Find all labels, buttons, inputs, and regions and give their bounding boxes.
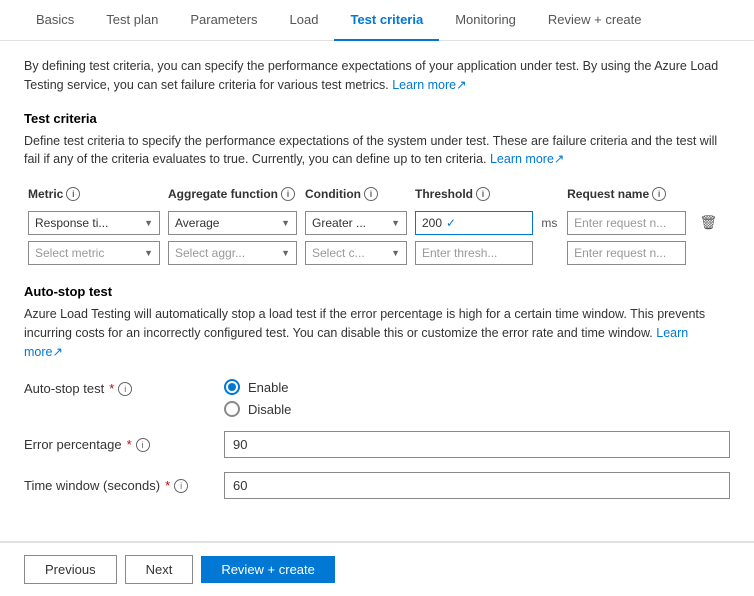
autostop-info-icon[interactable]: i xyxy=(118,382,132,396)
radio-enable[interactable]: Enable xyxy=(224,379,730,395)
threshold-empty-cell: Enter thresh... xyxy=(411,238,537,268)
time-window-info-icon[interactable]: i xyxy=(174,479,188,493)
nav-item-review-create[interactable]: Review + create xyxy=(532,0,658,41)
intro-learn-more-link[interactable]: Learn more↗ xyxy=(392,78,466,92)
metric-dropdown[interactable]: Response ti... ▼ xyxy=(28,211,160,235)
metric-info-icon[interactable]: i xyxy=(66,187,80,201)
radio-enable-circle xyxy=(224,379,240,395)
autostop-form-row: Auto-stop test* i Enable Disable xyxy=(24,375,730,417)
nav-item-test-plan[interactable]: Test plan xyxy=(90,0,174,41)
threshold-value-cell: 200 ✓ xyxy=(411,207,537,238)
error-pct-label: Error percentage* i xyxy=(24,431,224,452)
time-window-form-row: Time window (seconds)* i xyxy=(24,472,730,499)
condition-empty-dropdown-cell: Select c... ▼ xyxy=(301,238,411,268)
nav-item-load[interactable]: Load xyxy=(274,0,335,41)
review-create-button[interactable]: Review + create xyxy=(201,556,335,583)
next-button[interactable]: Next xyxy=(125,555,194,584)
error-pct-input[interactable] xyxy=(224,431,730,458)
time-window-input[interactable] xyxy=(224,472,730,499)
bottom-bar: Previous Next Review + create xyxy=(0,541,754,596)
threshold-empty-input[interactable]: Enter thresh... xyxy=(415,241,533,265)
radio-disable-circle xyxy=(224,401,240,417)
request-name-empty-input[interactable]: Enter request n... xyxy=(567,241,685,265)
request-name-empty-cell: Enter request n... xyxy=(563,238,689,268)
autostop-desc: Azure Load Testing will automatically st… xyxy=(24,305,730,361)
col-delete xyxy=(690,183,730,207)
autostop-learn-more-link[interactable]: Learn more↗ xyxy=(24,326,688,359)
condition-dropdown-cell: Greater ... ▼ xyxy=(301,207,411,238)
col-metric: Metric i xyxy=(24,183,164,207)
col-threshold: Threshold i xyxy=(411,183,563,207)
aggregate-empty-dropdown[interactable]: Select aggr... ▼ xyxy=(168,241,297,265)
unit-empty xyxy=(537,238,563,268)
time-window-control xyxy=(224,472,730,499)
aggregate-dropdown[interactable]: Average ▼ xyxy=(168,211,297,235)
test-criteria-desc: Define test criteria to specify the perf… xyxy=(24,132,730,170)
threshold-info-icon[interactable]: i xyxy=(476,187,490,201)
nav-item-parameters[interactable]: Parameters xyxy=(174,0,273,41)
condition-dropdown[interactable]: Greater ... ▼ xyxy=(305,211,407,235)
request-name-input[interactable]: Enter request n... xyxy=(567,211,685,235)
intro-text: By defining test criteria, you can speci… xyxy=(24,57,730,95)
condition-empty-dropdown[interactable]: Select c... ▼ xyxy=(305,241,407,265)
autostop-label: Auto-stop test* i xyxy=(24,375,224,396)
request-info-icon[interactable]: i xyxy=(652,187,666,201)
criteria-row-empty: Select metric ▼ Select aggr... ▼ Select … xyxy=(24,238,730,268)
aggregate-empty-dropdown-cell: Select aggr... ▼ xyxy=(164,238,301,268)
condition-info-icon[interactable]: i xyxy=(364,187,378,201)
delete-row-button[interactable]: 🗑 xyxy=(694,210,724,235)
aggregate-dropdown-cell: Average ▼ xyxy=(164,207,301,238)
error-pct-info-icon[interactable]: i xyxy=(136,438,150,452)
aggregate-info-icon[interactable]: i xyxy=(281,187,295,201)
criteria-learn-more-link[interactable]: Learn more↗ xyxy=(490,152,564,166)
metric-empty-dropdown[interactable]: Select metric ▼ xyxy=(28,241,160,265)
autostop-title: Auto-stop test xyxy=(24,284,730,299)
delete-cell: 🗑 xyxy=(690,207,730,238)
criteria-row-filled: Response ti... ▼ Average ▼ Greater ... ▼ xyxy=(24,207,730,238)
metric-empty-dropdown-cell: Select metric ▼ xyxy=(24,238,164,268)
col-request-name: Request name i xyxy=(563,183,689,207)
error-pct-form-row: Error percentage* i xyxy=(24,431,730,458)
test-criteria-title: Test criteria xyxy=(24,111,730,126)
nav-item-basics[interactable]: Basics xyxy=(20,0,90,41)
request-name-cell: Enter request n... xyxy=(563,207,689,238)
radio-disable[interactable]: Disable xyxy=(224,401,730,417)
criteria-table: Metric i Aggregate function i Condition … xyxy=(24,183,730,268)
col-condition: Condition i xyxy=(301,183,411,207)
radio-enable-dot xyxy=(228,383,236,391)
threshold-input[interactable]: 200 ✓ xyxy=(415,211,533,235)
autostop-radio-group: Enable Disable xyxy=(224,375,730,417)
nav-item-test-criteria[interactable]: Test criteria xyxy=(334,0,439,41)
top-nav: BasicsTest planParametersLoadTest criter… xyxy=(0,0,754,41)
metric-dropdown-cell: Response ti... ▼ xyxy=(24,207,164,238)
nav-item-monitoring[interactable]: Monitoring xyxy=(439,0,532,41)
time-window-label: Time window (seconds)* i xyxy=(24,472,224,493)
error-pct-control xyxy=(224,431,730,458)
col-aggregate: Aggregate function i xyxy=(164,183,301,207)
previous-button[interactable]: Previous xyxy=(24,555,117,584)
threshold-unit: ms xyxy=(537,207,563,238)
